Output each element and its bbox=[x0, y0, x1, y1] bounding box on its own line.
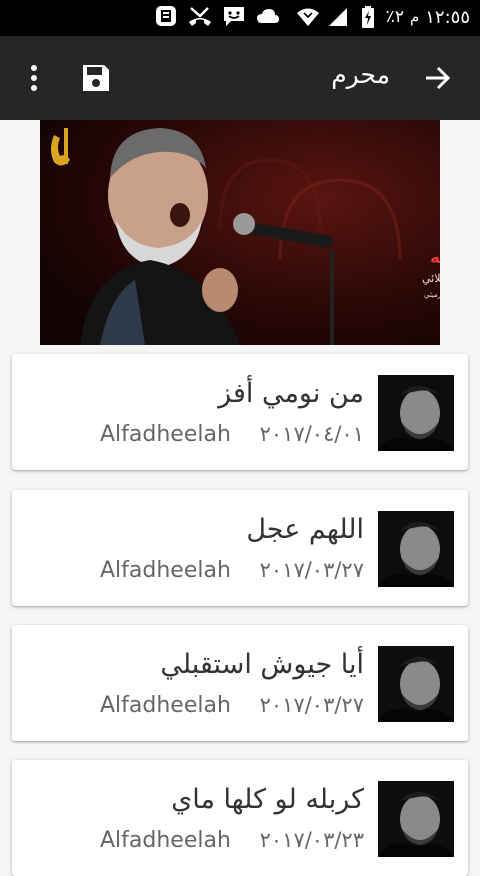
track-card[interactable]: أيا جيوش استقبلي ٢٠١٧/٠٣/٢٧ Alfadheelah bbox=[12, 625, 468, 741]
save-icon bbox=[83, 65, 109, 91]
track-date: ٢٠١٧/٠٤/٠١ bbox=[259, 422, 364, 446]
track-card[interactable]: اللهم عجل ٢٠١٧/٠٣/٢٧ Alfadheelah bbox=[12, 490, 468, 606]
missed-call-icon bbox=[188, 4, 212, 28]
banner-title: عاشور جل جلاله bbox=[430, 248, 440, 268]
track-card[interactable]: كربله لو كلها ماي ٢٠١٧/٠٣/٢٣ Alfadheelah bbox=[12, 760, 468, 876]
track-title: أيا جيوش استقبلي bbox=[160, 649, 364, 680]
track-author: Alfadheelah bbox=[100, 558, 231, 583]
cloud-icon bbox=[256, 4, 280, 28]
page-title: محرم bbox=[331, 60, 390, 89]
banner-artwork: عاشور جل جلاله باسم الكربلائي كلمات السي… bbox=[40, 120, 440, 345]
notification-icons bbox=[154, 4, 280, 28]
status-indicators: ٪٢ م ١٢:٥٥ bbox=[296, 5, 470, 29]
track-thumbnail bbox=[378, 646, 454, 722]
track-card[interactable]: من نومي أفز ٢٠١٧/٠٤/٠١ Alfadheelah bbox=[12, 354, 468, 470]
wifi-icon bbox=[296, 5, 320, 29]
track-date: ٢٠١٧/٠٣/٢٧ bbox=[259, 558, 364, 582]
battery-charging-icon bbox=[356, 5, 380, 29]
more-vert-icon bbox=[31, 65, 37, 91]
album-banner: عاشور جل جلاله باسم الكربلائي كلمات السي… bbox=[40, 120, 440, 345]
track-date: ٢٠١٧/٠٣/٢٧ bbox=[259, 693, 364, 717]
track-thumbnail bbox=[378, 511, 454, 587]
arrow-forward-icon bbox=[426, 66, 451, 90]
banner-credits: كلمات السيد سعيد الصافي الرميثي bbox=[424, 291, 440, 299]
clock: ١٢:٥٥ bbox=[425, 6, 470, 28]
track-author: Alfadheelah bbox=[100, 693, 231, 718]
track-title: كربله لو كلها ماي bbox=[171, 784, 364, 815]
banner-singer: باسم الكربلائي bbox=[422, 272, 440, 285]
track-author: Alfadheelah bbox=[100, 422, 231, 447]
recorder-icon bbox=[154, 4, 178, 28]
signal-icon bbox=[326, 5, 350, 29]
clock-ampm: م bbox=[409, 8, 420, 26]
track-date: ٢٠١٧/٠٣/٢٣ bbox=[259, 828, 364, 852]
message-icon bbox=[222, 4, 246, 28]
more-options-button[interactable] bbox=[14, 58, 54, 98]
track-thumbnail bbox=[378, 375, 454, 451]
battery-level: ٪٢ bbox=[385, 7, 404, 27]
save-button[interactable] bbox=[74, 58, 118, 98]
track-thumbnail bbox=[378, 781, 454, 857]
app-toolbar: محرم bbox=[0, 36, 480, 120]
status-bar: ٪٢ م ١٢:٥٥ bbox=[0, 0, 480, 36]
track-title: من نومي أفز bbox=[218, 378, 364, 409]
track-author: Alfadheelah bbox=[100, 828, 231, 853]
forward-button[interactable] bbox=[418, 58, 458, 98]
track-title: اللهم عجل bbox=[246, 514, 364, 545]
